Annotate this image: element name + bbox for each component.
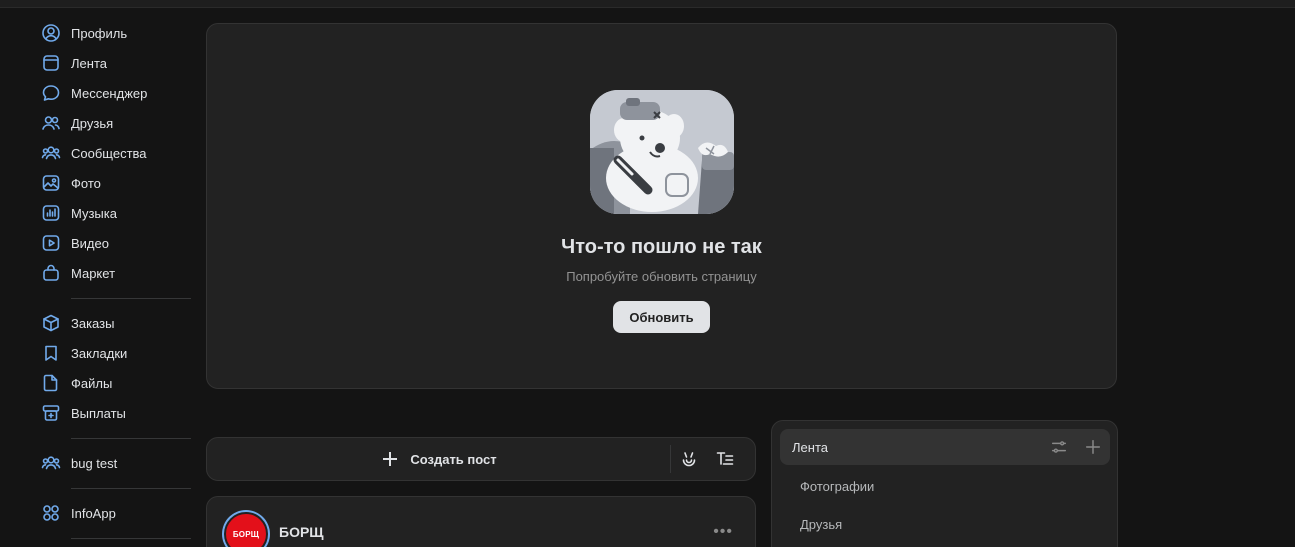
sparkle-icon <box>682 452 696 467</box>
sidebar-item-feed[interactable]: Лента <box>40 48 192 78</box>
bookmarks-icon <box>41 343 61 363</box>
sidebar-item-bug-test[interactable]: bug test <box>40 448 192 478</box>
sidebar-item-photo[interactable]: Фото <box>40 168 192 198</box>
sidebar-item-label: Заказы <box>71 315 115 331</box>
post-composer: Создать пост <box>206 437 756 481</box>
text-format-icon <box>716 452 734 465</box>
feed-filter-panel: Лента Фотографии Друзья <box>771 420 1118 547</box>
filter-item-feed[interactable]: Лента <box>780 429 1110 465</box>
sidebar-item-video[interactable]: Видео <box>40 228 192 258</box>
clips-button[interactable] <box>671 438 707 480</box>
plus-icon <box>1085 439 1101 455</box>
sidebar-item-label: InfoApp <box>71 505 116 521</box>
sidebar-divider <box>71 538 191 539</box>
orders-icon <box>41 313 61 333</box>
music-icon <box>41 203 61 223</box>
text-format-button[interactable] <box>707 438 743 480</box>
friends-icon <box>41 113 61 133</box>
photo-icon <box>41 173 61 193</box>
post-author[interactable]: БОРЩ <box>279 524 324 540</box>
filter-settings-button[interactable] <box>1042 438 1076 456</box>
sidebar-item-market[interactable]: Маркет <box>40 258 192 288</box>
sidebar-item-payouts[interactable]: Выплаты <box>40 398 192 428</box>
files-icon <box>41 373 61 393</box>
sidebar: Профиль Лента Мессенджер Друзья Сообщест… <box>40 18 192 547</box>
sidebar-item-label: Музыка <box>71 205 117 221</box>
error-card: Что-то пошло не так Попробуйте обновить … <box>206 23 1117 389</box>
sidebar-item-infoapp[interactable]: InfoApp <box>40 498 192 528</box>
sidebar-item-files[interactable]: Файлы <box>40 368 192 398</box>
sidebar-item-label: Маркет <box>71 265 116 281</box>
sidebar-item-communities[interactable]: Сообщества <box>40 138 192 168</box>
sidebar-item-label: Файлы <box>71 375 113 391</box>
create-post-label: Создать пост <box>410 451 497 467</box>
filter-item-label: Лента <box>792 439 828 455</box>
error-illustration <box>589 90 734 214</box>
refresh-button[interactable]: Обновить <box>613 301 710 333</box>
error-title: Что-то пошло не так <box>561 236 762 258</box>
communities-icon <box>41 143 61 163</box>
plus-icon <box>383 452 398 466</box>
feed-icon <box>41 53 61 73</box>
sidebar-item-music[interactable]: Музыка <box>40 198 192 228</box>
sliders-icon <box>1051 441 1067 453</box>
apps-icon <box>41 503 61 523</box>
sidebar-item-label: Мессенджер <box>71 85 148 101</box>
video-icon <box>41 233 61 253</box>
sidebar-item-profile[interactable]: Профиль <box>40 18 192 48</box>
error-subtitle: Попробуйте обновить страницу <box>566 269 757 284</box>
sidebar-item-bookmarks[interactable]: Закладки <box>40 338 192 368</box>
sidebar-item-label: Профиль <box>71 25 128 41</box>
avatar-logo: БОРЩ <box>224 512 268 547</box>
sidebar-item-messenger[interactable]: Мессенджер <box>40 78 192 108</box>
sidebar-item-label: Сообщества <box>71 145 147 161</box>
sidebar-item-friends[interactable]: Друзья <box>40 108 192 138</box>
messenger-icon <box>41 83 61 103</box>
sidebar-divider <box>71 488 191 489</box>
sidebar-item-label: bug test <box>71 455 118 471</box>
sidebar-item-label: Лента <box>71 55 107 71</box>
profile-icon <box>41 23 61 43</box>
market-icon <box>41 263 61 283</box>
add-filter-button[interactable] <box>1076 438 1110 456</box>
community-icon <box>41 453 61 473</box>
more-options-icon[interactable]: ••• <box>713 523 733 541</box>
sidebar-item-label: Друзья <box>71 115 114 131</box>
payouts-icon <box>41 403 61 423</box>
sidebar-item-label: Фото <box>71 175 101 191</box>
filter-item-photos[interactable]: Фотографии <box>800 479 874 494</box>
post-card: БОРЩ БОРЩ ••• <box>206 496 756 547</box>
avatar[interactable]: БОРЩ <box>222 510 270 547</box>
filter-item-friends[interactable]: Друзья <box>800 517 842 532</box>
top-bar <box>0 0 1295 8</box>
sidebar-divider <box>71 298 191 299</box>
sidebar-divider <box>71 438 191 439</box>
sidebar-item-label: Видео <box>71 235 109 251</box>
sidebar-item-label: Выплаты <box>71 405 126 421</box>
create-post-button[interactable]: Создать пост <box>207 438 670 480</box>
sidebar-item-orders[interactable]: Заказы <box>40 308 192 338</box>
sidebar-item-label: Закладки <box>71 345 128 361</box>
